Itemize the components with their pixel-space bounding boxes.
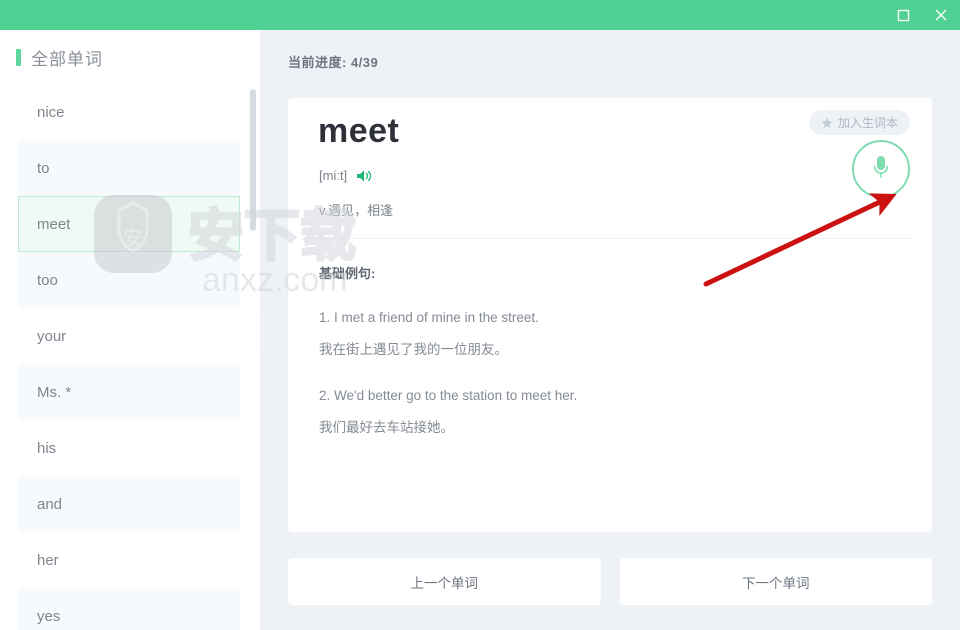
word-list-item-too[interactable]: too (18, 252, 240, 308)
word-label: your (37, 327, 67, 345)
word-list-item-your[interactable]: your (18, 308, 240, 364)
word-list[interactable]: nice to meet too your Ms. * his and her … (0, 84, 260, 630)
close-button[interactable] (922, 0, 960, 30)
word-list-item-yes[interactable]: yes (18, 588, 240, 630)
example-item: 1. I met a friend of mine in the street.… (319, 310, 899, 358)
word-list-item-nice[interactable]: nice (18, 84, 240, 140)
next-word-label: 下一个单词 (742, 575, 810, 591)
example-chinese: 我在街上遇见了我的一位朋友。 (319, 342, 508, 357)
word-label: her (37, 551, 59, 569)
add-to-vocabulary-label: 加入生词本 (837, 116, 898, 130)
star-icon (821, 117, 833, 129)
close-icon (934, 8, 948, 22)
word-label: to (37, 159, 50, 177)
previous-word-button[interactable]: 上一个单词 (288, 558, 601, 605)
word-card-header: meet [miːt] v.遇见，相逢 加入生词本 (288, 98, 932, 239)
word-label: and (37, 495, 63, 513)
example-item: 2. We'd better go to the station to meet… (319, 388, 899, 436)
word-card: meet [miːt] v.遇见，相逢 加入生词本 基础例句: 1. I met… (288, 98, 932, 532)
word-list-item-ms[interactable]: Ms. * (18, 364, 240, 420)
navigation-buttons: 上一个单词 下一个单词 (288, 558, 932, 605)
examples-section: 基础例句: 1. I met a friend of mine in the s… (319, 263, 899, 466)
word-label: nice (37, 103, 65, 121)
main-content: 当前进度: 4/39 meet [miːt] v.遇见，相逢 加入生词本 基础例… (260, 30, 960, 630)
word-label: meet (37, 215, 71, 233)
phonetic-text: [miːt] (319, 168, 348, 183)
word-list-item-to[interactable]: to (18, 140, 240, 196)
word-label: yes (37, 607, 61, 625)
sidebar-title: 全部单词 (31, 49, 103, 69)
word-label: too (37, 271, 58, 289)
card-divider (306, 238, 914, 239)
example-english: 2. We'd better go to the station to meet… (319, 388, 578, 403)
maximize-icon (897, 9, 910, 22)
word-list-item-meet[interactable]: meet (18, 196, 240, 252)
phonetic-row: [miːt] (319, 168, 372, 183)
title-bar (0, 0, 960, 30)
sidebar-scrollbar[interactable] (250, 84, 256, 630)
sidebar-accent-bar (16, 48, 21, 66)
previous-word-label: 上一个单词 (410, 575, 479, 591)
sidebar-scrollbar-thumb[interactable] (250, 89, 256, 231)
word-list-item-his[interactable]: his (18, 420, 240, 476)
example-english: 1. I met a friend of mine in the street. (319, 310, 539, 325)
examples-heading: 基础例句: (319, 266, 376, 281)
word-title: meet (318, 112, 400, 150)
add-to-vocabulary-button[interactable]: 加入生词本 (808, 110, 910, 135)
example-chinese: 我们最好去车站接她。 (319, 420, 454, 435)
word-list-item-her[interactable]: her (18, 532, 240, 588)
microphone-button[interactable] (852, 140, 910, 198)
sidebar-header: 全部单词 (0, 30, 260, 84)
next-word-button[interactable]: 下一个单词 (619, 558, 932, 605)
sidebar: 全部单词 nice to meet too your Ms. * his and… (0, 30, 260, 630)
word-definition: v.遇见，相逢 (319, 203, 394, 218)
word-list-item-and[interactable]: and (18, 476, 240, 532)
microphone-icon (870, 153, 892, 186)
maximize-button[interactable] (884, 0, 922, 30)
progress-label: 当前进度: 4/39 (288, 55, 379, 70)
word-label: his (37, 439, 57, 457)
word-label: Ms. * (37, 383, 72, 401)
app-window: 全部单词 nice to meet too your Ms. * his and… (0, 0, 960, 630)
speaker-icon[interactable] (356, 169, 372, 183)
